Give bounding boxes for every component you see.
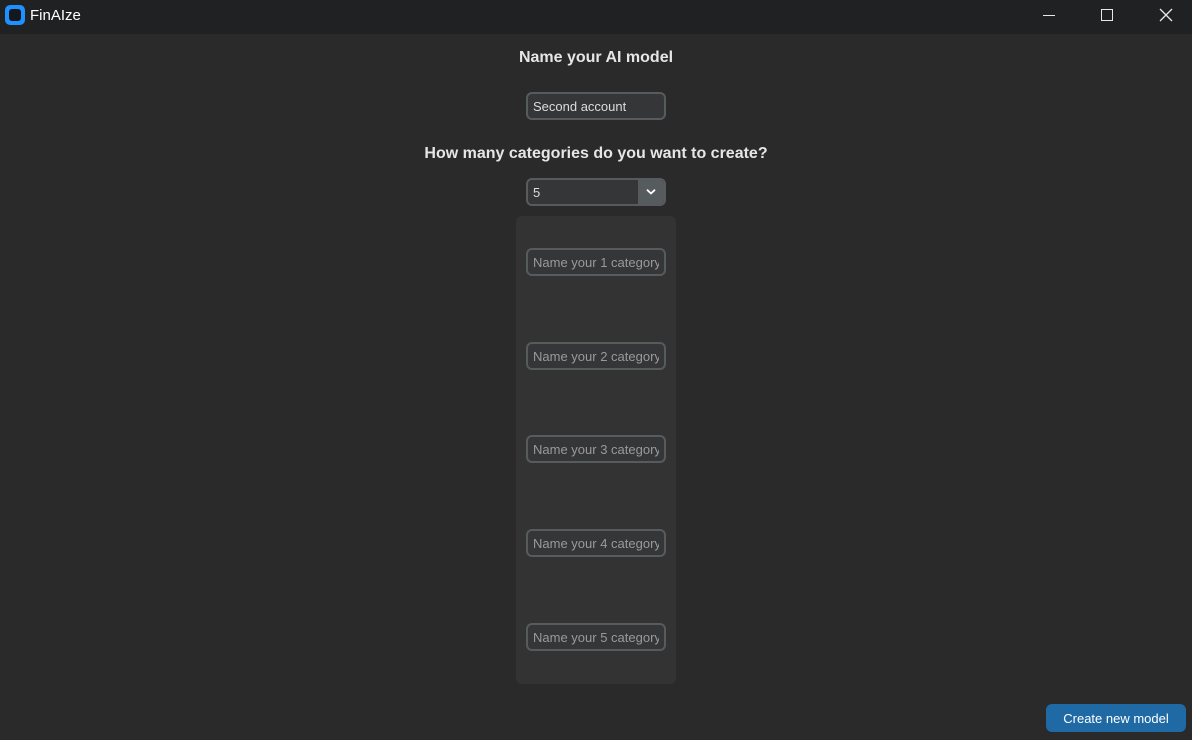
model-name-heading: Name your AI model	[518, 49, 674, 66]
category-4-input[interactable]	[526, 529, 666, 557]
category-count-heading: How many categories do you want to creat…	[424, 145, 768, 162]
close-icon	[1159, 8, 1173, 22]
category-5-input[interactable]	[526, 623, 666, 651]
category-2-input[interactable]	[526, 342, 666, 370]
dropdown-button[interactable]	[638, 180, 664, 204]
title-bar: FinAIze	[0, 0, 1192, 34]
close-button[interactable]	[1143, 0, 1189, 30]
minimize-icon	[1043, 14, 1055, 16]
app-logo-icon	[5, 5, 25, 25]
chevron-down-icon	[646, 189, 656, 195]
minimize-button[interactable]	[1026, 0, 1072, 30]
maximize-button[interactable]	[1084, 0, 1130, 30]
category-1-input[interactable]	[526, 248, 666, 276]
category-3-input[interactable]	[526, 435, 666, 463]
create-new-model-button[interactable]: Create new model	[1046, 704, 1186, 732]
category-count-combobox[interactable]: 5	[526, 178, 666, 206]
category-count-value[interactable]: 5	[533, 185, 540, 200]
maximize-icon	[1101, 9, 1113, 21]
model-name-input[interactable]	[526, 92, 666, 120]
window-title: FinAIze	[30, 7, 81, 24]
